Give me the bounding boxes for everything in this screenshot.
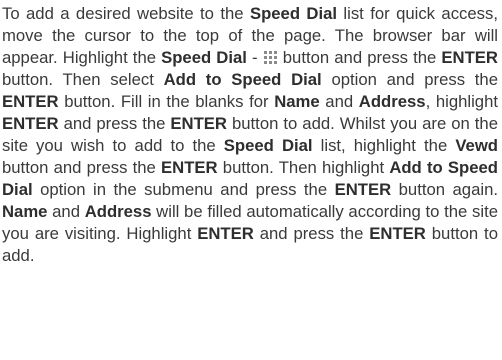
term-enter: ENTER [2, 92, 59, 111]
term-address: Address [358, 92, 426, 111]
term-enter: ENTER [197, 224, 254, 243]
text-segment: option and press the [321, 70, 498, 89]
term-enter: ENTER [2, 114, 59, 133]
term-name: Name [274, 92, 320, 111]
speed-dial-instructions: To add a desired website to the Speed Di… [2, 3, 498, 267]
text-segment: button. Then highlight [217, 158, 390, 177]
text-segment: list, highlight the [312, 136, 456, 155]
term-add-to-speed-dial: Add to Speed Dial [163, 70, 322, 89]
text-segment: - [246, 48, 263, 67]
text-segment: button. Then select [2, 70, 164, 89]
text-segment: To add a desired website to the [2, 4, 250, 23]
text-segment: button and press the [2, 158, 162, 177]
text-segment: button and press the [277, 48, 442, 67]
text-segment: and [319, 92, 359, 111]
term-speed-dial: Speed Dial [249, 4, 338, 23]
term-enter: ENTER [369, 224, 426, 243]
text-segment: and [47, 202, 85, 221]
text-segment: option in the submenu and press the [32, 180, 335, 199]
speed-dial-grid-icon [263, 51, 277, 64]
text-segment: , highlight [425, 92, 498, 111]
term-speed-dial: Speed Dial [223, 136, 313, 155]
manual-page: To add a desired website to the Speed Di… [0, 0, 502, 360]
term-speed-dial: Speed Dial [161, 48, 247, 67]
term-enter: ENTER [161, 158, 218, 177]
term-enter: ENTER [441, 48, 498, 67]
term-enter: ENTER [334, 180, 392, 199]
term-vewd: Vewd [455, 136, 498, 155]
text-segment: and press the [253, 224, 370, 243]
term-address: Address [84, 202, 152, 221]
text-segment: button again. [391, 180, 498, 199]
term-name: Name [2, 202, 48, 221]
text-segment: button. Fill in the blanks for [58, 92, 275, 111]
term-enter: ENTER [170, 114, 227, 133]
text-segment: and press the [58, 114, 171, 133]
